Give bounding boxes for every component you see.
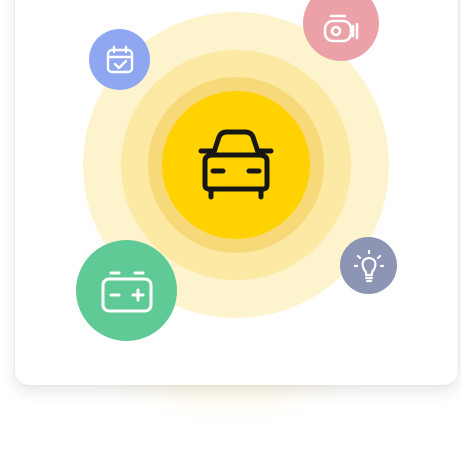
calendar-check-icon: [104, 44, 136, 76]
illustration-stage: [0, 0, 461, 467]
battery-icon: [99, 267, 155, 315]
lightbulb-bubble: [340, 237, 397, 294]
calendar-bubble: [89, 29, 150, 90]
car-icon: [191, 127, 281, 203]
lightbulb-icon: [353, 249, 385, 283]
battery-bubble: [76, 240, 177, 341]
car-badge: [162, 91, 310, 239]
camera-icon: [321, 12, 361, 44]
